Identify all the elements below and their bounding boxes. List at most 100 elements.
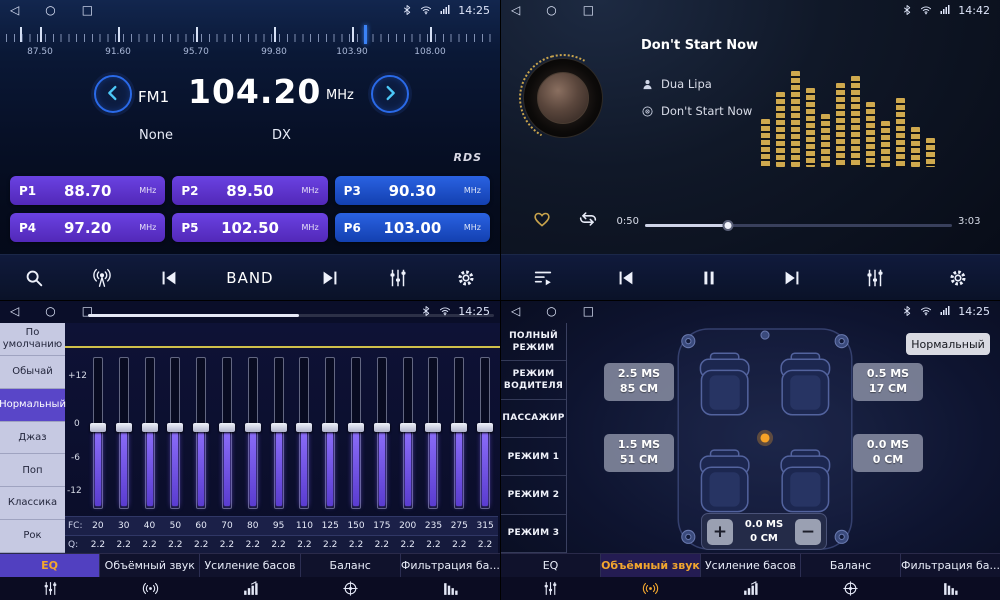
bass-boost-icon[interactable] <box>200 577 300 600</box>
eq-band-slider[interactable] <box>111 353 137 513</box>
settings-gear-icon[interactable] <box>455 267 477 289</box>
eq-band-slider[interactable] <box>162 353 188 513</box>
eq-preset-rock[interactable]: Рок <box>0 520 65 553</box>
tune-up-button[interactable] <box>371 75 409 113</box>
surround-sound-icon[interactable] <box>601 577 701 600</box>
eq-slider-knob[interactable] <box>451 423 467 432</box>
next-station-icon[interactable] <box>319 267 341 289</box>
bass-filter-icon[interactable] <box>900 577 1000 600</box>
rear-right-delay-button[interactable]: 0.0 MS 0 CM <box>853 434 923 472</box>
preset-button-p5[interactable]: P5 102.50 MHz <box>172 213 327 242</box>
eq-band-slider[interactable] <box>85 353 111 513</box>
eq-band-slider[interactable] <box>472 353 498 513</box>
eq-band-slider[interactable] <box>240 353 266 513</box>
eq-slider-knob[interactable] <box>322 423 338 432</box>
eq-sliders-icon[interactable] <box>501 577 601 600</box>
tab-eq[interactable]: EQ <box>0 554 100 577</box>
mode-2[interactable]: РЕЖИМ 2 <box>501 476 566 514</box>
favorite-heart-icon[interactable] <box>531 208 553 230</box>
sound-profile-button[interactable]: Нормальный <box>906 333 990 355</box>
tab-bass-filter[interactable]: Фильтрация ба... <box>401 554 500 577</box>
eq-slider-knob[interactable] <box>90 423 106 432</box>
mode-passenger[interactable]: ПАССАЖИР <box>501 400 566 438</box>
station-broadcast-icon[interactable] <box>91 267 113 289</box>
increase-delay-button[interactable]: + <box>707 519 733 545</box>
previous-track-icon[interactable] <box>615 267 637 289</box>
eq-preset-classic[interactable]: Классика <box>0 487 65 520</box>
eq-slider-knob[interactable] <box>425 423 441 432</box>
bass-filter-icon[interactable] <box>400 577 500 600</box>
eq-band-slider[interactable] <box>188 353 214 513</box>
tuner-sliders-icon[interactable] <box>387 267 409 289</box>
eq-slider-knob[interactable] <box>245 423 261 432</box>
eq-preset-pop[interactable]: Поп <box>0 454 65 487</box>
home-icon[interactable]: ○ <box>45 0 55 20</box>
balance-icon[interactable] <box>300 577 400 600</box>
eq-preset-default[interactable]: По умолчанию <box>0 323 65 356</box>
mode-1[interactable]: РЕЖИМ 1 <box>501 438 566 476</box>
eq-band-slider[interactable] <box>317 353 343 513</box>
eq-sliders-icon[interactable] <box>864 267 886 289</box>
eq-preset-normal[interactable]: Нормальный <box>0 389 65 422</box>
mode-3[interactable]: РЕЖИМ 3 <box>501 515 566 553</box>
home-icon[interactable]: ○ <box>546 301 556 321</box>
eq-slider-knob[interactable] <box>193 423 209 432</box>
settings-gear-icon[interactable] <box>947 267 969 289</box>
back-icon[interactable]: ◁ <box>511 0 520 20</box>
tab-bass-filter[interactable]: Фильтрация ба... <box>901 554 1000 577</box>
tab-eq[interactable]: EQ <box>501 554 601 577</box>
eq-slider-knob[interactable] <box>400 423 416 432</box>
pause-icon[interactable] <box>698 267 720 289</box>
balance-icon[interactable] <box>800 577 900 600</box>
eq-band-slider[interactable] <box>421 353 447 513</box>
next-track-icon[interactable] <box>781 267 803 289</box>
eq-band-slider[interactable] <box>137 353 163 513</box>
tab-bass-boost[interactable]: Усиление басов <box>701 554 801 577</box>
eq-slider-knob[interactable] <box>167 423 183 432</box>
playlist-icon[interactable] <box>532 267 554 289</box>
eq-band-slider[interactable] <box>369 353 395 513</box>
tab-surround[interactable]: Объёмный звук <box>601 554 701 577</box>
tab-balance[interactable]: Баланс <box>801 554 901 577</box>
preset-button-p4[interactable]: P4 97.20 MHz <box>10 213 165 242</box>
eq-slider-knob[interactable] <box>271 423 287 432</box>
eq-scrollbar[interactable] <box>88 314 494 317</box>
home-icon[interactable]: ○ <box>45 301 55 321</box>
eq-slider-knob[interactable] <box>296 423 312 432</box>
preset-button-p3[interactable]: P3 90.30 MHz <box>335 176 490 205</box>
eq-slider-knob[interactable] <box>219 423 235 432</box>
tune-down-button[interactable] <box>94 75 132 113</box>
mode-driver[interactable]: РЕЖИМ ВОДИТЕЛЯ <box>501 361 566 399</box>
frequency-ruler[interactable] <box>6 25 494 45</box>
preset-button-p6[interactable]: P6 103.00 MHz <box>335 213 490 242</box>
eq-band-slider[interactable] <box>343 353 369 513</box>
eq-preset-custom[interactable]: Обычай <box>0 356 65 389</box>
eq-band-slider[interactable] <box>292 353 318 513</box>
eq-band-slider[interactable] <box>446 353 472 513</box>
mode-full[interactable]: ПОЛНЫЙ РЕЖИМ <box>501 323 566 361</box>
progress-knob[interactable] <box>722 220 733 231</box>
recents-icon[interactable]: □ <box>583 301 594 321</box>
preset-button-p1[interactable]: P1 88.70 MHz <box>10 176 165 205</box>
back-icon[interactable]: ◁ <box>10 0 19 20</box>
eq-preset-jazz[interactable]: Джаз <box>0 422 65 455</box>
tab-surround[interactable]: Объёмный звук <box>100 554 200 577</box>
eq-band-slider[interactable] <box>266 353 292 513</box>
band-button[interactable]: BAND <box>226 269 273 287</box>
progress-bar[interactable] <box>645 224 952 227</box>
home-icon[interactable]: ○ <box>546 0 556 20</box>
recents-icon[interactable]: □ <box>82 301 93 321</box>
back-icon[interactable]: ◁ <box>511 301 520 321</box>
eq-slider-knob[interactable] <box>116 423 132 432</box>
eq-band-slider[interactable] <box>214 353 240 513</box>
previous-station-icon[interactable] <box>158 267 180 289</box>
eq-slider-knob[interactable] <box>374 423 390 432</box>
dx-mode-label[interactable]: DX <box>272 128 291 143</box>
eq-slider-knob[interactable] <box>477 423 493 432</box>
surround-sound-icon[interactable] <box>100 577 200 600</box>
front-right-delay-button[interactable]: 0.5 MS 17 CM <box>853 363 923 401</box>
tab-balance[interactable]: Баланс <box>301 554 401 577</box>
tab-bass-boost[interactable]: Усиление басов <box>200 554 300 577</box>
scan-search-icon[interactable] <box>23 267 45 289</box>
eq-slider-knob[interactable] <box>348 423 364 432</box>
